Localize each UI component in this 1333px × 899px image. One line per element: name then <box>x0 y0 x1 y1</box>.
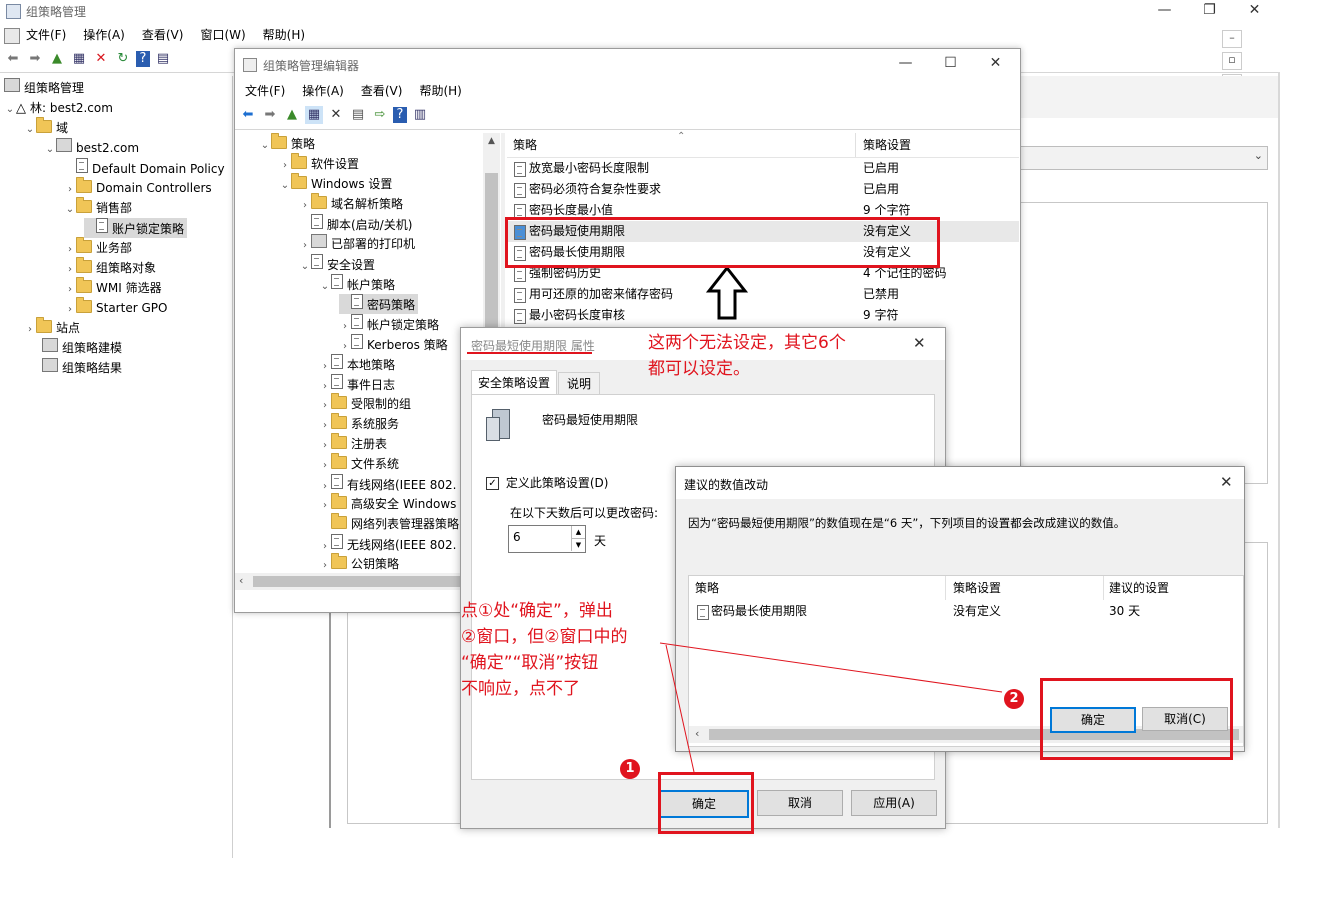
highlight-undefined-rows <box>505 217 940 268</box>
up-arrow-icon <box>705 265 749 320</box>
note-top-line2: 都可以设定。 <box>648 359 750 379</box>
highlight-buttons-2 <box>1040 678 1233 760</box>
note-top: 这两个无法设定，其它6个 都可以设定。 <box>648 330 846 382</box>
note-left-line4: 不响应，点不了 <box>461 679 580 699</box>
leader-line-to-marker2 <box>659 642 1003 693</box>
note-left-line3: “确定”“取消”按钮 <box>461 653 599 673</box>
marker-2: 2 <box>1004 689 1024 709</box>
leader-line-to-marker1 <box>665 644 695 773</box>
note-left: 点①处“确定”，弹出 ②窗口，但②窗口中的 “确定”“取消”按钮 不响应，点不了 <box>461 598 627 702</box>
marker-1: 1 <box>620 759 640 779</box>
annotation-lines <box>467 265 1003 773</box>
note-left-line2: ②窗口，但②窗口中的 <box>461 627 628 647</box>
highlight-ok-button-1 <box>658 772 754 834</box>
note-left-line1: 点①处“确定”，弹出 <box>461 601 613 621</box>
note-top-line1: 这两个无法设定，其它6个 <box>648 333 846 353</box>
